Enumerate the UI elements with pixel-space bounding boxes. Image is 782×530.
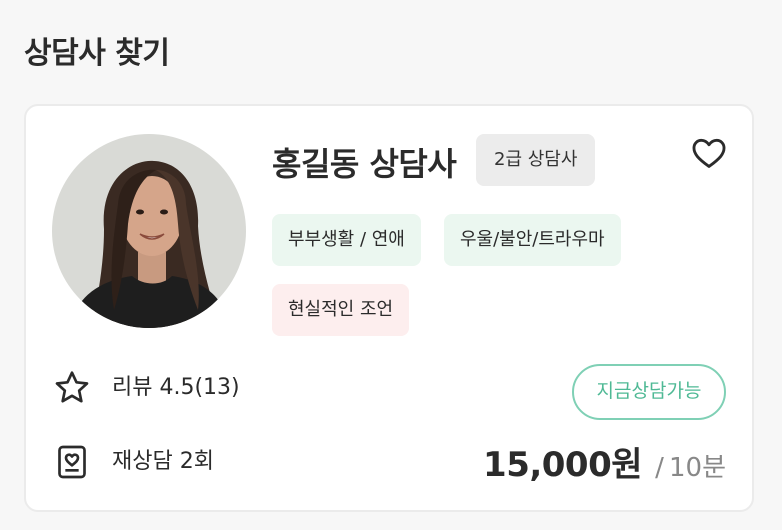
heart-icon[interactable] [690, 134, 728, 172]
price-block: 15,000원 / 10분 [483, 442, 726, 494]
profile-card-icon [52, 442, 92, 482]
recounsel-text: 재상담 2회 [112, 449, 214, 474]
avatar [52, 134, 246, 328]
counselor-name: 홍길동 상담사 [272, 145, 457, 183]
available-now-button[interactable]: 지금상담가능 [572, 364, 726, 420]
session-duration: 10분 [668, 453, 726, 483]
counselor-card[interactable]: 홍길동 상담사 2급 상담사 부부생활 / 연애 우울/불안/트라우마 현실적인… [24, 104, 754, 512]
review-text: 리뷰 4.5(13) [112, 375, 240, 400]
tag-depression-anxiety-trauma: 우울/불안/트라우마 [444, 214, 621, 266]
grade-badge: 2급 상담사 [476, 134, 596, 186]
price-amount: 15,000원 [483, 445, 643, 485]
tag-realistic-advice: 현실적인 조언 [272, 284, 410, 336]
price-separator: / [655, 453, 664, 483]
page-title: 상담사 찾기 [24, 36, 170, 71]
star-icon [52, 368, 92, 408]
tag-couple-relationship: 부부생활 / 연애 [272, 214, 421, 266]
